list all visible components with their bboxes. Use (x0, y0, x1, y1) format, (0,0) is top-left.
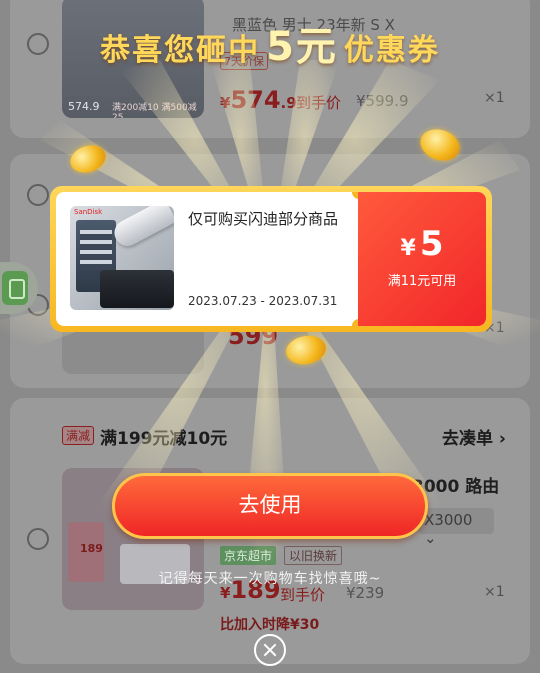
coupon-info: SanDisk 仅可购买闪迪部分商品 2023.07.23 - 2023.07.… (56, 192, 358, 326)
thumb-coupon: 满200减10 满500减25 (112, 103, 197, 118)
cart-item-checkbox[interactable] (27, 528, 49, 550)
coupon-validity: 2023.07.23 - 2023.07.31 (188, 294, 338, 308)
coupon-value: ¥5 (400, 224, 444, 264)
item-quantity[interactable]: ×1 (484, 90, 505, 106)
coupon-card[interactable]: SanDisk 仅可购买闪迪部分商品 2023.07.23 - 2023.07.… (50, 186, 492, 332)
item-price-label: 到手价 (296, 94, 342, 112)
cart-item-checkbox[interactable] (27, 184, 49, 206)
thumb-price: 574.9 (68, 100, 100, 113)
item-spec-selector[interactable]: X3000 ⌄ (418, 508, 494, 547)
thumb-price: 189 (80, 542, 103, 555)
jd-supermarket-tag: 京东超市 (220, 546, 277, 565)
reminder-text: 记得每天来一次购物车找惊喜哦~ (158, 571, 382, 587)
coupon-product-image: SanDisk (70, 206, 174, 310)
popup-headline: 恭喜您砸中 5元 优惠券 (100, 24, 440, 70)
use-coupon-button[interactable]: 去使用 (112, 473, 428, 539)
coupon-condition: 满11元可用 (387, 274, 457, 289)
coupon-amount-panel: ¥5 满11元可用 (358, 192, 486, 326)
brand-logo: SanDisk (74, 208, 103, 216)
coupon-description: 仅可购买闪迪部分商品 (188, 210, 339, 228)
trade-in-tag: 以旧换新 (284, 546, 343, 565)
item-price: ¥574.9 (220, 86, 297, 114)
close-icon[interactable] (254, 634, 286, 666)
price-drop-note: 比加入时降¥30 (220, 617, 320, 633)
full-reduction-tag: 满减 (62, 426, 95, 445)
go-collect-link[interactable]: 去凑单 › (442, 424, 506, 449)
group-title: 满199元减10元 (100, 429, 228, 449)
item-original-price: ¥599.9 (356, 92, 409, 110)
